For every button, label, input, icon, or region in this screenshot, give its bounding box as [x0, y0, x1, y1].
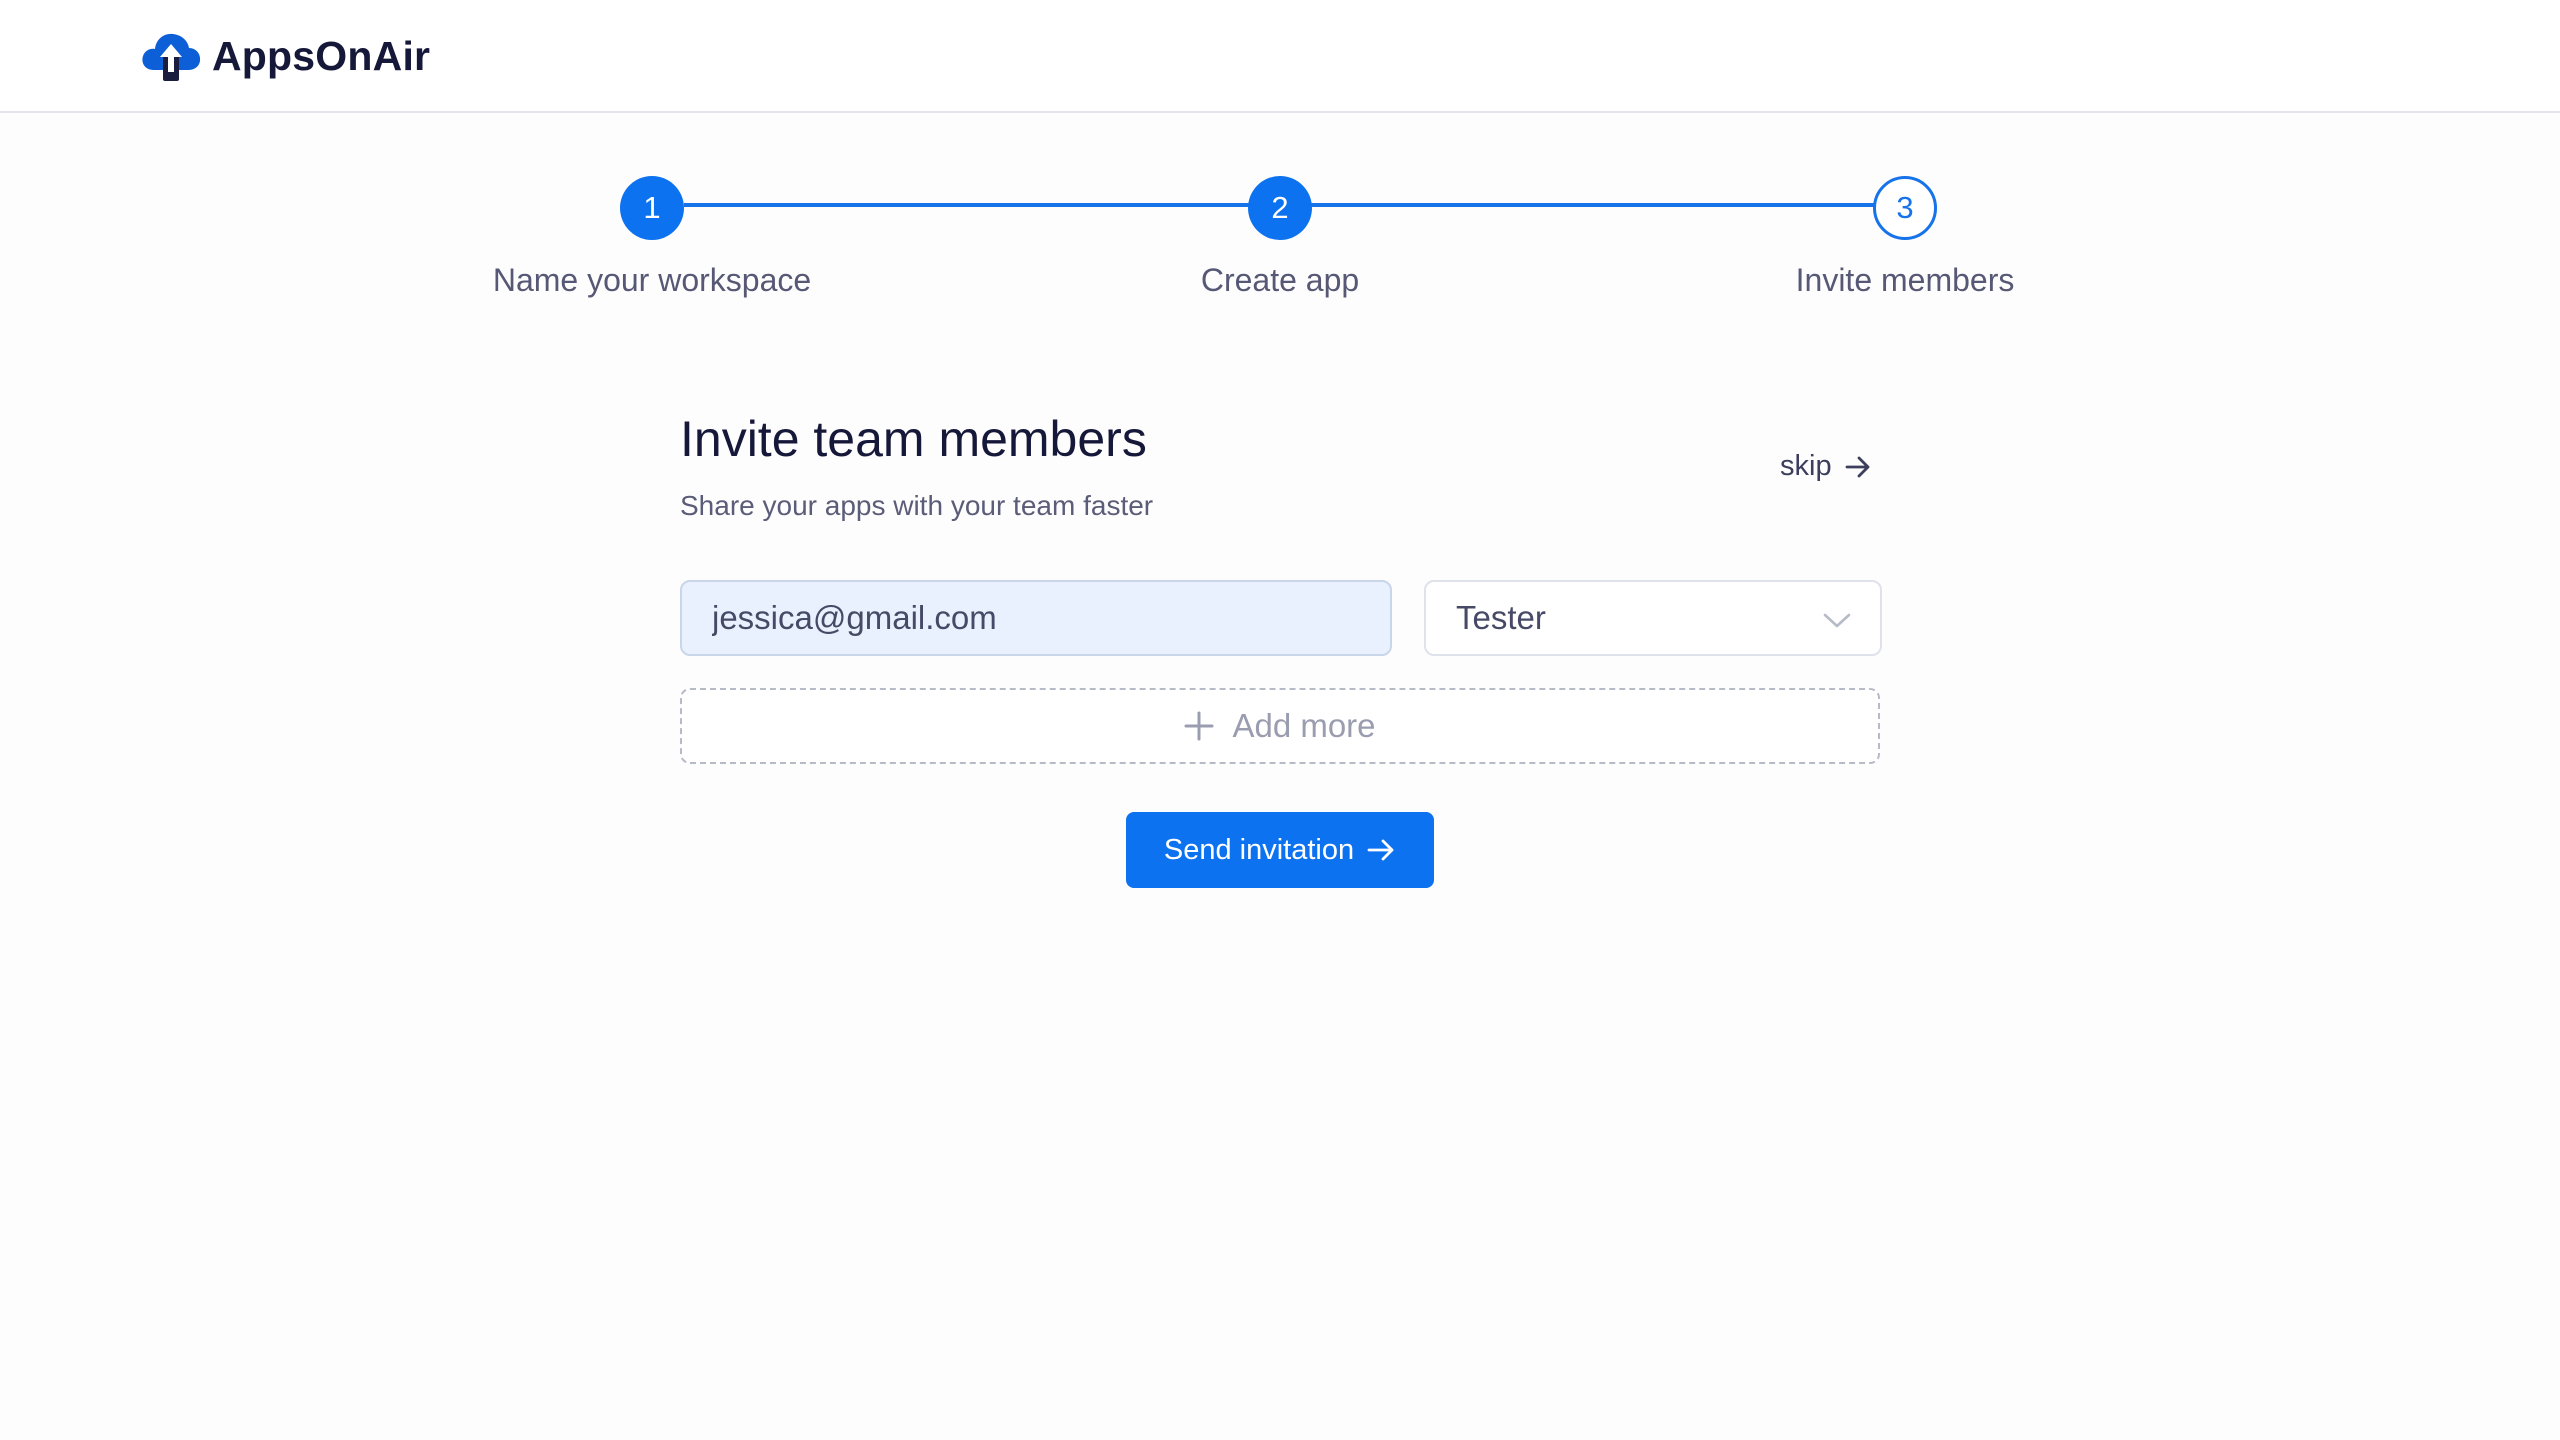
onboarding-stepper: 1 2 3 Name your workspace Create app Inv… [0, 0, 2560, 320]
step-1-indicator: 1 [620, 176, 684, 240]
page-title: Invite team members [680, 411, 1147, 467]
skip-label: skip [1780, 450, 1832, 482]
stepper-connector-1 [684, 203, 1249, 207]
arrow-right-icon [1367, 839, 1394, 861]
add-more-label: Add more [1232, 707, 1376, 744]
role-selected-value: Tester [1456, 599, 1546, 636]
step-2-number: 2 [1271, 190, 1289, 225]
send-invitation-button[interactable]: Send invitation [1126, 812, 1434, 888]
step-3-label: Invite members [1795, 262, 2015, 298]
stepper-connector-2 [1311, 203, 1875, 207]
step-3-indicator: 3 [1873, 176, 1937, 240]
arrow-right-icon [1845, 456, 1869, 477]
skip-link[interactable]: skip [1780, 450, 1872, 483]
role-select[interactable]: Tester [1424, 580, 1882, 656]
chevron-down-icon [1823, 613, 1851, 628]
email-field[interactable] [680, 580, 1392, 656]
step-2-label: Create app [1200, 262, 1360, 298]
send-invitation-label: Send invitation [1163, 833, 1355, 866]
plus-icon [1184, 711, 1214, 741]
step-1-label: Name your workspace [492, 262, 812, 298]
page-subtitle: Share your apps with your team faster [680, 490, 1154, 521]
step-1-number: 1 [643, 190, 661, 225]
step-3-number: 3 [1896, 190, 1914, 225]
add-more-button[interactable]: Add more [680, 688, 1880, 764]
step-2-indicator: 2 [1248, 176, 1312, 240]
